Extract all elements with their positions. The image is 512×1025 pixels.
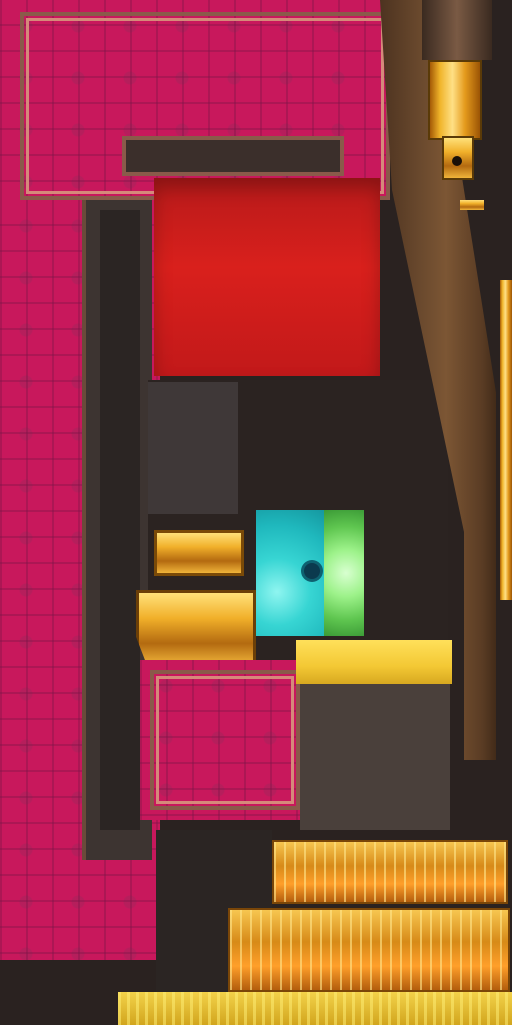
inner-frame <box>122 136 344 176</box>
right-edge-gold <box>500 280 512 600</box>
player-icon <box>304 563 320 579</box>
left-inner-wall <box>100 210 140 830</box>
gray-box <box>300 684 450 830</box>
gold-box-small <box>154 530 244 576</box>
lower-carpet-trim <box>150 670 300 810</box>
gold-chest <box>136 590 256 668</box>
game-viewport <box>0 0 512 1025</box>
gold-floor-strip <box>118 992 512 1025</box>
red-block <box>154 178 380 376</box>
gold-lamp <box>428 60 482 140</box>
lamp-dot-icon <box>452 156 462 166</box>
gold-rail-upper <box>272 840 508 904</box>
top-right-post <box>422 0 492 60</box>
yellow-box-top <box>296 640 452 684</box>
small-gold-nub <box>460 200 484 210</box>
gold-rail-lower <box>228 908 510 992</box>
green-block <box>324 510 364 636</box>
shadow-panel <box>148 382 238 514</box>
